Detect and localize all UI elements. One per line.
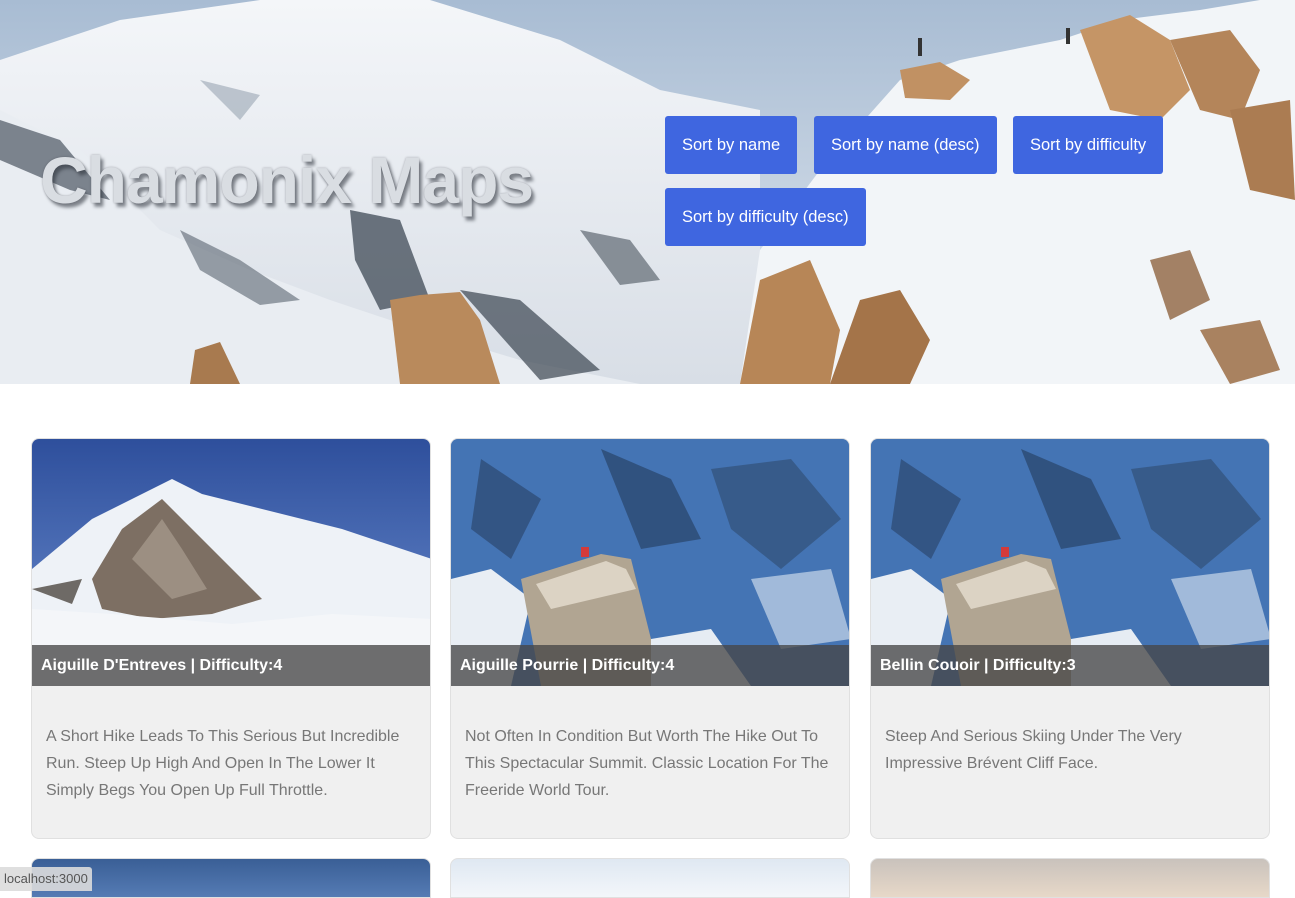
sort-by-difficulty-button[interactable]: Sort by difficulty [1013,116,1164,174]
route-card-partial[interactable] [450,858,850,898]
route-card-caption: Aiguille D'Entreves | Difficulty:4 [32,645,430,686]
sort-by-difficulty-desc-button[interactable]: Sort by difficulty (desc) [665,188,866,246]
route-card[interactable]: Aiguille D'Entreves | Difficulty:4 A Sho… [31,438,431,839]
route-card[interactable]: Bellin Couoir | Difficulty:3 Steep And S… [870,438,1270,839]
route-card-partial[interactable] [870,858,1270,898]
sort-by-name-button[interactable]: Sort by name [665,116,798,174]
route-card-caption: Aiguille Pourrie | Difficulty:4 [451,645,849,686]
page-title: Chamonix Maps [40,143,534,217]
route-card[interactable]: Aiguille Pourrie | Difficulty:4 Not Ofte… [450,438,850,839]
hero-banner: Chamonix Maps [0,0,1295,384]
route-card-description: Steep And Serious Skiing Under The Very … [885,728,1182,772]
route-card-caption: Bellin Couoir | Difficulty:3 [871,645,1269,686]
route-card-description: Not Often In Condition But Worth The Hik… [465,728,829,799]
sort-by-name-desc-button[interactable]: Sort by name (desc) [814,116,997,174]
route-card-description: A Short Hike Leads To This Serious But I… [46,728,400,799]
browser-status-url: localhost:3000 [0,867,92,891]
